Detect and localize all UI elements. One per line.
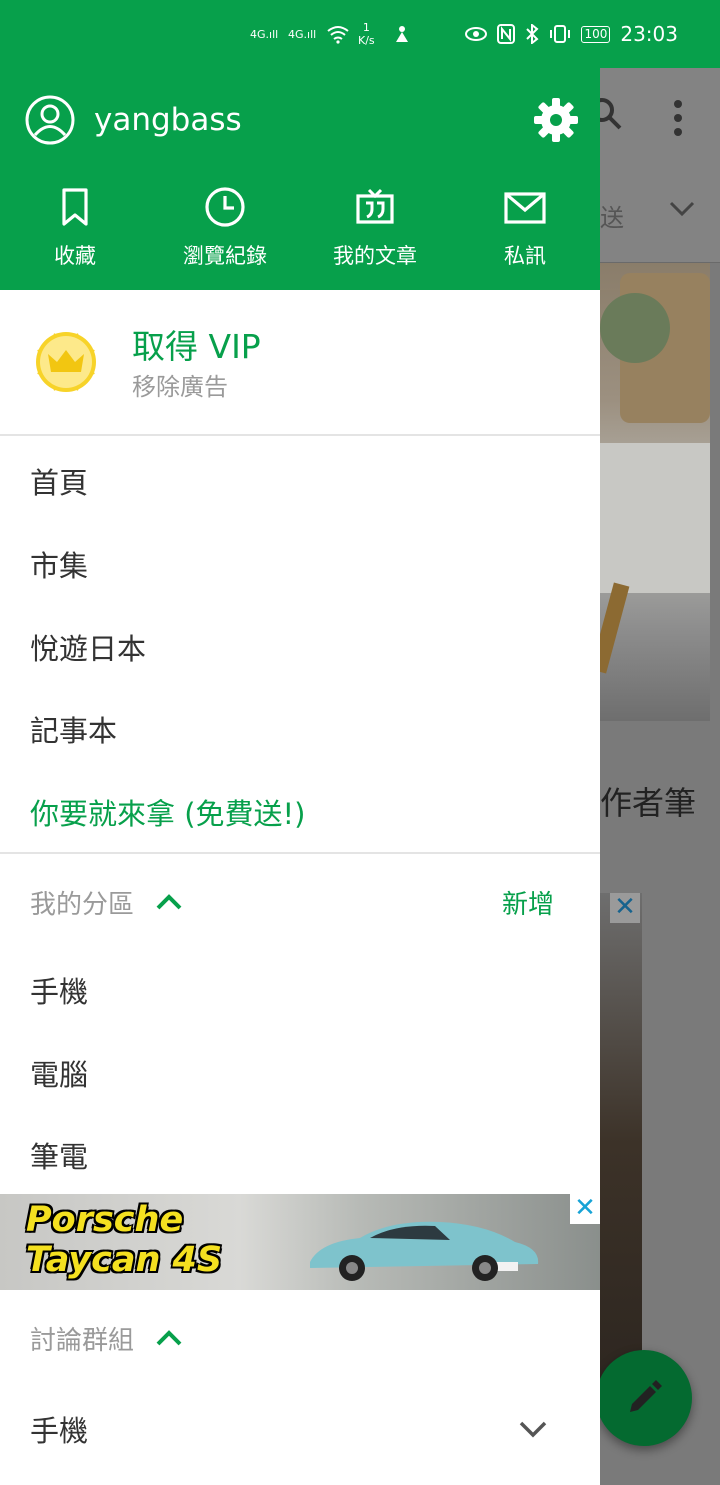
app-notification-icon	[394, 0, 410, 68]
vip-promo[interactable]: 取得 VIP 移除廣告	[0, 290, 600, 436]
background-app: 送 作者筆 ✕	[600, 68, 720, 1485]
groups-title: 討論群組	[30, 1325, 135, 1356]
clock-time: 23:03	[620, 22, 678, 46]
vibrate-icon	[550, 25, 571, 43]
add-board-button[interactable]: 新增	[502, 862, 554, 942]
board-item-laptop[interactable]: 筆電	[0, 1114, 600, 1196]
menu-item-home[interactable]: 首頁	[0, 440, 600, 522]
navigation-drawer: yangbass 收藏 瀏覽紀錄 我的文章 私訊 取得 VIP 移除廣告 首頁 …	[0, 68, 600, 1485]
wifi-icon	[326, 0, 350, 68]
menu-item-japan[interactable]: 悅遊日本	[0, 606, 600, 688]
crown-badge-icon	[36, 332, 96, 392]
bluetooth-icon	[526, 24, 539, 44]
background-ad	[600, 893, 642, 1393]
quick-action-my-posts[interactable]: 我的文章	[300, 186, 450, 268]
chevron-down-icon[interactable]	[516, 1412, 550, 1446]
ad-banner[interactable]: Porsche Taycan 4S ✕	[0, 1194, 600, 1290]
drawer-header: yangbass 收藏 瀏覽紀錄 我的文章 私訊	[0, 68, 600, 290]
edit-icon	[630, 1380, 662, 1412]
quick-action-label: 我的文章	[333, 244, 417, 268]
status-right: 100 23:03	[465, 0, 678, 68]
signal-icon: 4G .ıll	[250, 27, 279, 41]
background-tab-label: 送	[600, 204, 624, 232]
quote-icon	[356, 188, 394, 224]
chevron-down-icon	[668, 196, 696, 226]
my-boards-header[interactable]: 我的分區 新增	[0, 862, 600, 942]
car-image	[310, 1221, 539, 1281]
article-photo	[600, 263, 710, 721]
compose-button[interactable]	[600, 1350, 692, 1446]
group-item-label: 手機	[30, 1414, 89, 1448]
vip-title: 取得 VIP	[132, 327, 261, 366]
my-boards-title: 我的分區	[30, 889, 135, 920]
clock-icon	[205, 187, 245, 227]
chevron-up-icon	[156, 894, 182, 910]
user-avatar-icon[interactable]	[24, 94, 76, 146]
board-item-computer[interactable]: 電腦	[0, 1032, 600, 1114]
bookmark-icon	[62, 188, 88, 226]
article-caption: 作者筆	[600, 784, 697, 822]
quick-action-label: 瀏覽紀錄	[183, 244, 267, 268]
quick-action-favorites[interactable]: 收藏	[0, 186, 150, 268]
battery-icon: 100	[581, 25, 611, 43]
group-item-phone[interactable]: 手機	[0, 1388, 600, 1470]
divider	[0, 852, 600, 854]
more-vert-icon	[670, 98, 686, 138]
eye-icon	[465, 27, 488, 41]
quick-action-label: 私訊	[504, 244, 546, 268]
board-item-phone[interactable]: 手機	[0, 949, 600, 1031]
network-speed: 1 K/s	[358, 21, 375, 47]
settings-gear-icon[interactable]	[532, 96, 580, 144]
ad-headline: Porsche Taycan 4S	[26, 1200, 223, 1280]
close-icon: ✕	[610, 893, 640, 923]
search-icon	[600, 96, 624, 142]
quick-action-messages[interactable]: 私訊	[450, 186, 600, 268]
quick-action-label: 收藏	[54, 244, 96, 268]
username[interactable]: yangbass	[94, 98, 242, 142]
chevron-up-icon	[156, 1330, 182, 1346]
menu-item-market[interactable]: 市集	[0, 523, 600, 605]
menu-item-free-giveaway[interactable]: 你要就來拿 (免費送!)	[0, 771, 600, 853]
mail-icon	[504, 192, 546, 224]
close-icon[interactable]: ✕	[570, 1194, 600, 1224]
quick-action-history[interactable]: 瀏覽紀錄	[150, 186, 300, 268]
signal-icon: 4G .ıll	[288, 27, 317, 41]
status-bar: 4G .ıll 4G .ıll 1 K/s 100 23:03	[0, 0, 720, 68]
vip-subtitle: 移除廣告	[132, 373, 228, 401]
nfc-icon	[497, 24, 516, 44]
menu-item-notebook[interactable]: 記事本	[0, 688, 600, 770]
groups-header[interactable]: 討論群組	[0, 1298, 600, 1378]
